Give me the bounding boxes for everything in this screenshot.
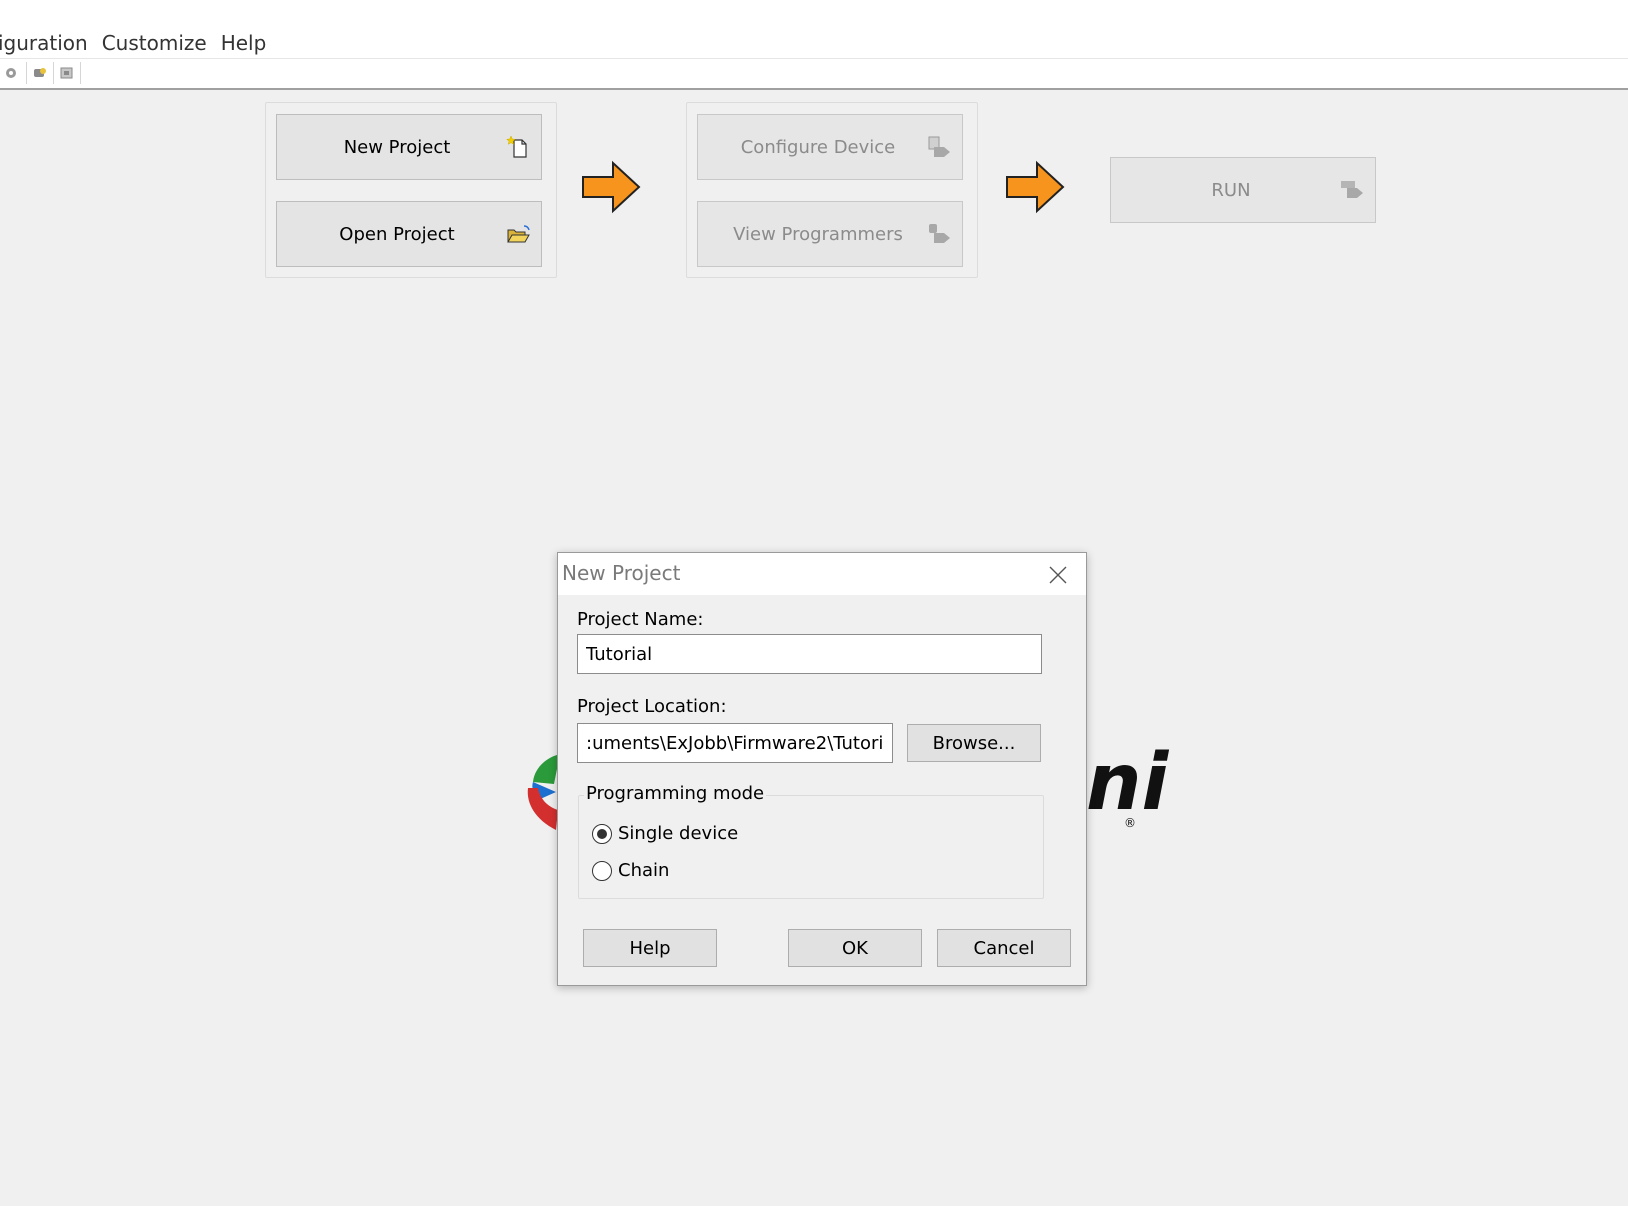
- help-button[interactable]: Help: [583, 929, 717, 967]
- run-button[interactable]: RUN: [1110, 157, 1376, 223]
- project-name-label: Project Name:: [577, 609, 704, 630]
- new-file-icon: [506, 135, 527, 158]
- chain-radio[interactable]: [592, 860, 612, 881]
- open-project-button[interactable]: Open Project: [276, 201, 542, 267]
- menu-customize[interactable]: Customize: [102, 28, 207, 58]
- configure-device-label: Configure Device: [740, 136, 896, 158]
- project-location-label: Project Location:: [577, 696, 727, 717]
- view-programmers-button[interactable]: View Programmers: [697, 201, 963, 267]
- programming-mode-group: [578, 795, 1044, 899]
- configure-device-icon: [928, 136, 950, 157]
- registered-mark-icon: ®: [1124, 816, 1136, 830]
- toolbar-programmer-button[interactable]: [27, 62, 54, 84]
- menu-bar: iguration Customize Help: [0, 28, 266, 58]
- toolbar: [0, 60, 81, 86]
- programming-mode-legend: Programming mode: [584, 783, 767, 804]
- single-device-option[interactable]: Single device: [592, 823, 738, 844]
- cancel-button[interactable]: Cancel: [937, 929, 1071, 967]
- menu-separator: [0, 58, 1628, 59]
- chain-option[interactable]: Chain: [592, 860, 669, 881]
- configure-device-button[interactable]: Configure Device: [697, 114, 963, 180]
- logo-text: ni: [1086, 738, 1169, 828]
- ok-button[interactable]: OK: [788, 929, 922, 967]
- menu-help[interactable]: Help: [221, 28, 267, 58]
- open-folder-icon: [507, 225, 530, 243]
- dialog-title-bar: New Project: [558, 553, 1086, 595]
- top-bar: iguration Customize Help: [0, 0, 1628, 90]
- radio-selected-dot: [597, 828, 607, 839]
- browse-button[interactable]: Browse...: [907, 724, 1041, 762]
- new-project-dialog: New Project Project Name: Project Locati…: [557, 552, 1087, 986]
- project-name-input[interactable]: [577, 634, 1042, 674]
- gear-icon: [6, 68, 16, 78]
- run-label: RUN: [1211, 179, 1251, 201]
- arrow-right-icon: [1006, 160, 1065, 214]
- dialog-title: New Project: [562, 561, 681, 585]
- arrow-right-icon: [582, 160, 641, 214]
- open-project-label: Open Project: [339, 223, 455, 245]
- single-device-label: Single device: [618, 823, 739, 844]
- close-icon[interactable]: [1048, 565, 1068, 585]
- run-icon: [1341, 181, 1363, 198]
- menu-configuration[interactable]: iguration: [0, 28, 88, 58]
- single-device-radio[interactable]: [592, 823, 612, 844]
- new-project-button[interactable]: New Project: [276, 114, 542, 180]
- toolbar-gear-button[interactable]: [0, 62, 27, 84]
- device-icon: [60, 67, 73, 79]
- programmer-icon: [34, 68, 46, 77]
- view-programmers-label: View Programmers: [733, 223, 903, 245]
- programmers-icon: [929, 224, 950, 243]
- toolbar-device-button[interactable]: [54, 62, 81, 84]
- project-location-input[interactable]: [577, 723, 893, 763]
- new-project-label: New Project: [343, 136, 451, 158]
- chain-label: Chain: [618, 860, 670, 881]
